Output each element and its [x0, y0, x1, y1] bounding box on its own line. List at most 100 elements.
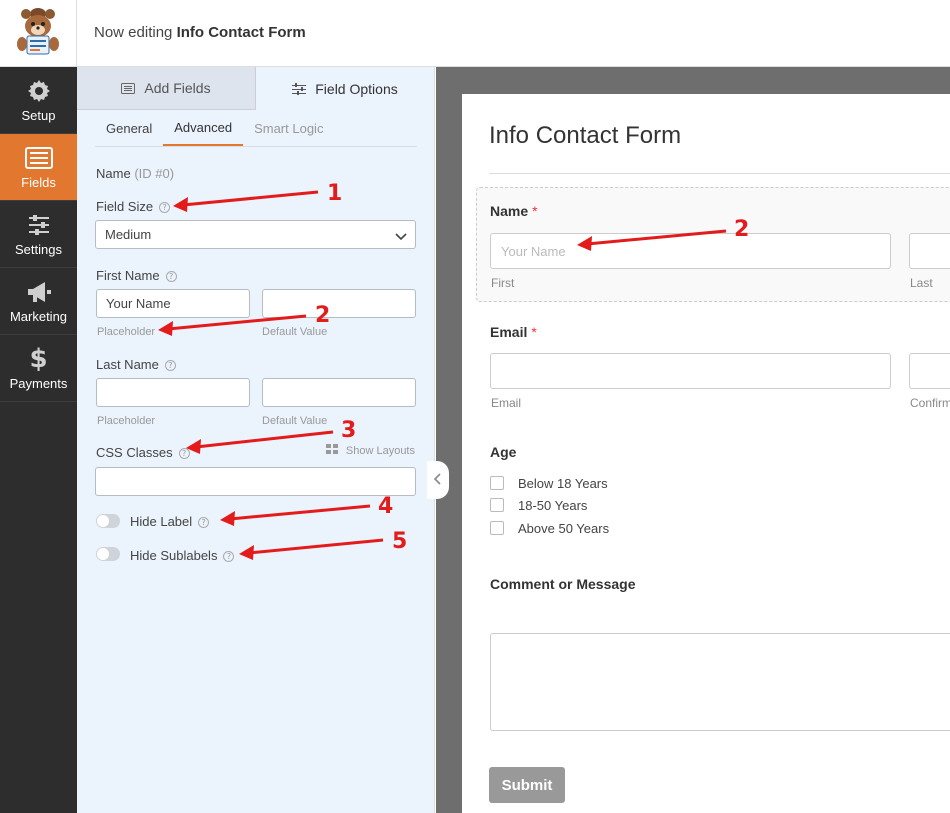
age-field-label: Age — [490, 444, 517, 460]
last-name-default-input[interactable] — [262, 378, 416, 407]
last-name-label-text: Last Name — [96, 357, 159, 372]
chevron-left-icon — [433, 472, 442, 488]
hide-sublabels-toggle[interactable] — [96, 547, 120, 561]
help-icon[interactable]: ? — [178, 448, 190, 459]
grid-icon — [325, 444, 338, 457]
default-value-sublabel: Default Value — [262, 326, 328, 338]
nav-item-marketing[interactable]: Marketing — [0, 268, 77, 335]
age-checkbox[interactable] — [490, 521, 504, 535]
placeholder-sublabel: Placeholder — [97, 326, 156, 338]
required-mark: * — [532, 203, 538, 219]
age-option-label: Below 18 Years — [518, 476, 608, 491]
nav-label-settings: Settings — [15, 241, 62, 257]
nav-item-settings[interactable]: Settings — [0, 201, 77, 268]
form-card: Info Contact Form Name * Your Name First … — [462, 94, 950, 813]
help-icon[interactable]: ? — [164, 360, 176, 371]
css-classes-input[interactable] — [95, 467, 416, 496]
last-name-field[interactable] — [909, 233, 950, 269]
last-name-placeholder-input[interactable] — [96, 378, 250, 407]
field-size-select[interactable]: Medium — [95, 220, 416, 249]
nav-item-payments[interactable]: $ Payments — [0, 335, 77, 402]
editing-prefix: Now editing — [94, 24, 173, 41]
form-title: Info Contact Form — [489, 122, 682, 149]
placeholder-sublabel: Placeholder — [97, 415, 156, 427]
form-name: Info Contact Form — [176, 24, 306, 41]
field-name-heading: Name (ID #0) — [96, 166, 174, 181]
help-icon[interactable]: ? — [198, 517, 210, 528]
first-sublabel: First — [491, 276, 515, 290]
name-field-label: Name * — [490, 203, 538, 219]
field-size-value: Medium — [105, 227, 152, 242]
confirm-sublabel: Confirm — [910, 396, 950, 410]
nav-label-marketing: Marketing — [9, 308, 68, 324]
hide-label-text: Hide Label — [130, 514, 193, 529]
field-name: Name — [96, 166, 131, 181]
show-layouts-link[interactable]: Show Layouts — [325, 444, 415, 457]
last-name-label: Last Name? — [96, 357, 176, 372]
nav-label-payments: Payments — [9, 375, 68, 391]
field-options-panel: Add Fields Field Options General Advance… — [77, 67, 435, 813]
hide-sublabels-text: Hide Sublabels — [130, 548, 218, 563]
nav-item-fields[interactable]: Fields — [0, 134, 77, 201]
hide-label-row: Hide Label? — [130, 514, 210, 529]
dollar-icon: $ — [29, 343, 48, 374]
email-field[interactable] — [490, 353, 891, 389]
nav-label-setup: Setup — [21, 107, 56, 123]
first-name-label: First Name? — [96, 268, 177, 283]
hide-sublabels-row: Hide Sublabels? — [130, 548, 235, 563]
subtab-advanced[interactable]: Advanced — [163, 110, 244, 146]
subtab-general[interactable]: General — [95, 110, 163, 146]
age-checkbox[interactable] — [490, 476, 504, 490]
hide-label-toggle[interactable] — [96, 514, 120, 528]
options-subtabs: General Advanced Smart Logic — [95, 110, 417, 147]
first-name-placeholder-input[interactable]: Your Name — [96, 289, 250, 318]
help-icon[interactable]: ? — [159, 202, 171, 213]
nav-item-setup[interactable]: Setup — [0, 67, 77, 134]
default-value-sublabel: Default Value — [262, 415, 328, 427]
last-sublabel: Last — [910, 276, 933, 290]
email-field-label: Email * — [490, 324, 537, 340]
email-sublabel: Email — [491, 396, 522, 410]
nav-label-fields: Fields — [21, 174, 56, 190]
gear-icon — [24, 78, 54, 104]
required-mark: * — [531, 324, 537, 340]
field-id: (ID #0) — [134, 166, 175, 181]
email-label-text: Email — [490, 324, 528, 340]
panel-tabs: Add Fields Field Options — [77, 67, 434, 110]
css-classes-label-text: CSS Classes — [96, 445, 173, 460]
sliders-icon — [292, 82, 307, 95]
help-icon[interactable]: ? — [165, 271, 177, 282]
form-preview: Info Contact Form Name * Your Name First … — [436, 67, 950, 813]
show-layouts-label: Show Layouts — [345, 444, 415, 457]
css-classes-label: CSS Classes? — [96, 445, 190, 460]
submit-button[interactable]: Submit — [489, 767, 565, 803]
wpforms-logo — [0, 0, 77, 67]
megaphone-icon — [24, 279, 54, 305]
list-icon — [121, 82, 136, 94]
age-option-label: Above 50 Years — [518, 521, 610, 536]
name-label-text: Name — [490, 203, 529, 219]
title-divider — [489, 173, 950, 174]
chevron-down-icon — [395, 229, 407, 244]
top-bar: Now editing Info Contact Form — [0, 0, 950, 67]
field-size-label-text: Field Size — [96, 199, 154, 214]
tab-add-fields[interactable]: Add Fields — [77, 67, 255, 110]
tab-field-options[interactable]: Field Options — [255, 67, 434, 110]
comment-field-label: Comment or Message — [490, 576, 636, 592]
confirm-email-field[interactable] — [909, 353, 950, 389]
first-name-default-input[interactable] — [262, 289, 416, 318]
help-icon[interactable]: ? — [223, 551, 235, 562]
comment-textarea[interactable] — [490, 633, 950, 731]
tab-field-options-label: Field Options — [315, 80, 398, 97]
age-option-label: 18-50 Years — [518, 498, 588, 513]
left-nav: Setup Fields Settings Marketing $ Paymen… — [0, 67, 77, 813]
age-checkbox[interactable] — [490, 498, 504, 512]
field-size-label: Field Size? — [96, 199, 171, 214]
fields-list-icon — [24, 145, 54, 171]
editing-title: Now editing Info Contact Form — [94, 24, 306, 41]
subtab-smart-logic[interactable]: Smart Logic — [243, 110, 334, 146]
collapse-panel-handle[interactable] — [427, 461, 449, 499]
sliders-icon — [24, 212, 54, 238]
first-name-label-text: First Name — [96, 268, 160, 283]
first-name-field[interactable]: Your Name — [490, 233, 891, 269]
